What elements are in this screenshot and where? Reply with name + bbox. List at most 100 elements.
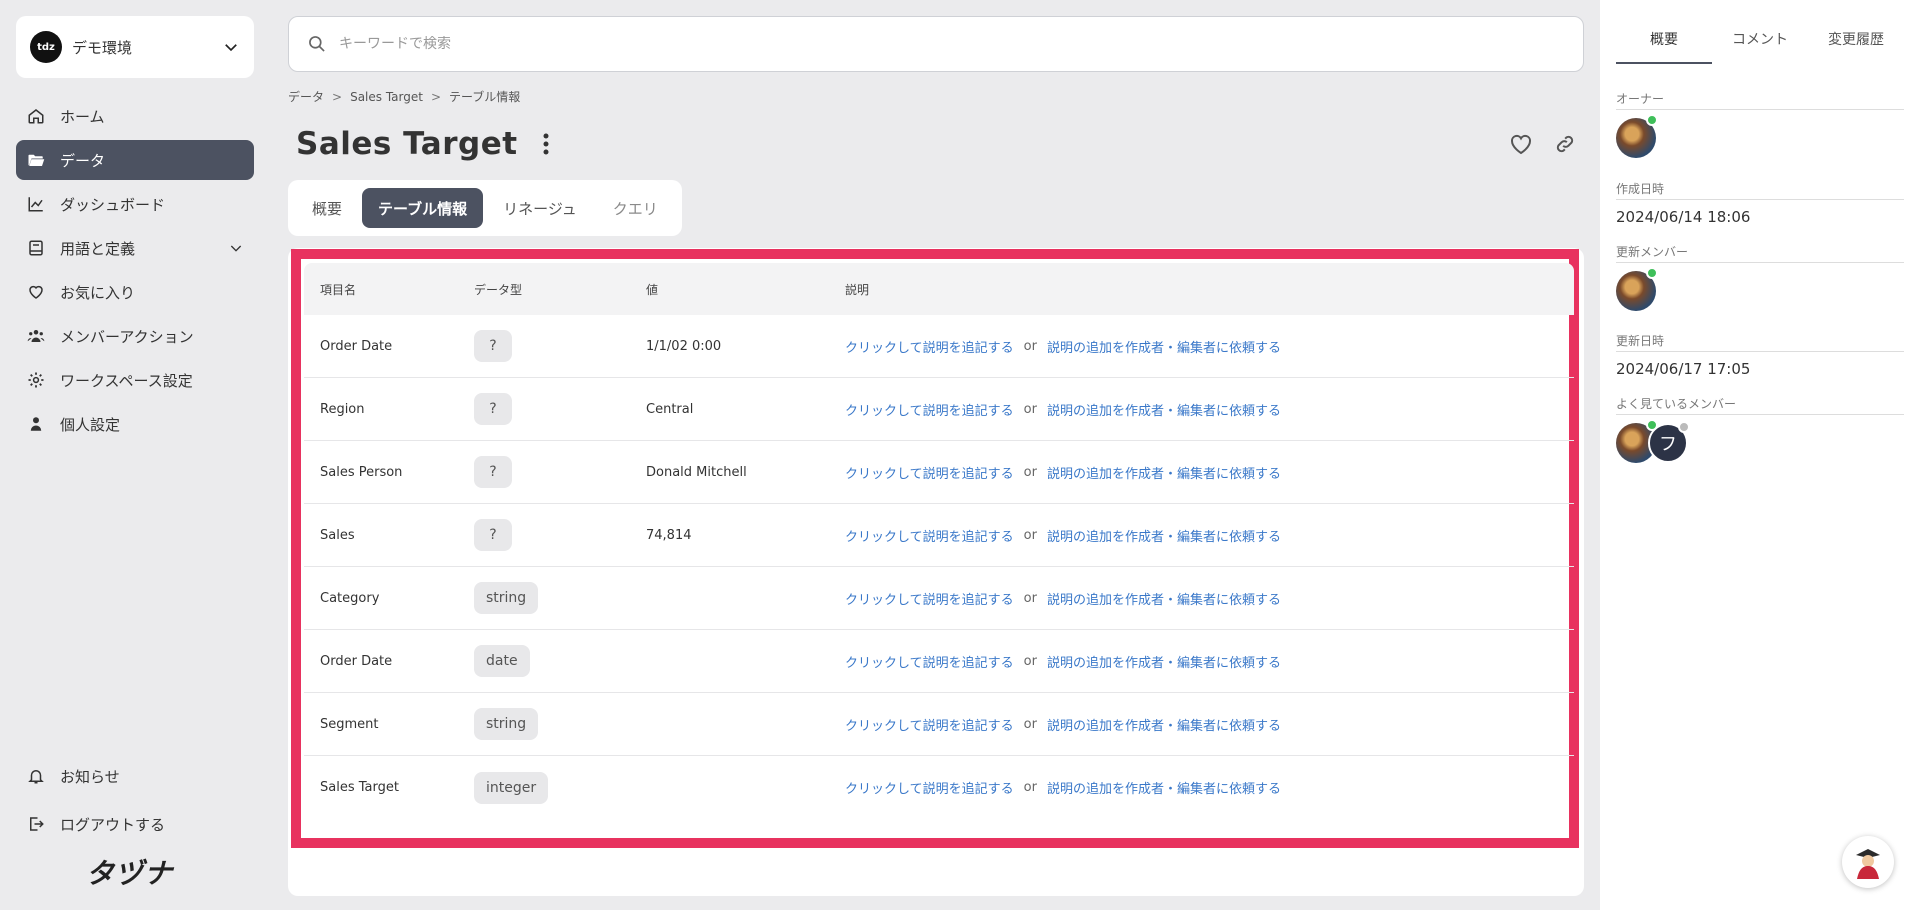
- value-cell: Central: [646, 401, 694, 417]
- request-description-link[interactable]: 説明の追加を作成者・編集者に依頼する: [1047, 337, 1281, 356]
- link-icon[interactable]: [1552, 131, 1578, 157]
- add-description-link[interactable]: クリックして説明を追記する: [845, 400, 1014, 419]
- request-description-link[interactable]: 説明の追加を作成者・編集者に依頼する: [1047, 526, 1281, 545]
- request-description-link[interactable]: 説明の追加を作成者・編集者に依頼する: [1047, 652, 1281, 671]
- nav-item-favorites[interactable]: お気に入り: [16, 272, 254, 312]
- book-icon: [26, 238, 46, 258]
- breadcrumb-item: テーブル情報: [449, 90, 521, 104]
- data-type-chip: ?: [474, 519, 512, 551]
- add-description-link[interactable]: クリックして説明を追記する: [845, 337, 1014, 356]
- request-description-link[interactable]: 説明の追加を作成者・編集者に依頼する: [1047, 400, 1281, 419]
- or-text: or: [1023, 780, 1037, 795]
- nav-item-notifications[interactable]: お知らせ: [16, 756, 254, 796]
- content-card: 項目名 データ型 値 説明 Order Date? 1/1/02 0:00 クリック…: [288, 248, 1584, 896]
- data-type-chip: ?: [474, 393, 512, 425]
- tab-history[interactable]: 変更履歴: [1808, 22, 1904, 64]
- updated-member-avatar[interactable]: [1616, 267, 1658, 311]
- data-type-chip: string: [474, 582, 539, 614]
- table-row: Sales Target integer クリックして説明を追記する or 説明の追加を…: [304, 756, 1574, 819]
- data-type-chip: ?: [474, 330, 512, 362]
- add-description-link[interactable]: クリックして説明を追記する: [845, 778, 1014, 797]
- table-header: 項目名 データ型 値 説明: [304, 263, 1574, 315]
- nav-item-glossary[interactable]: 用語と定義: [16, 228, 254, 268]
- detail-panel: 概要 コメント 変更履歴 オーナー 作成日時 2024/06/14 18:06 …: [1600, 0, 1919, 910]
- value-cell: 1/1/02 0:00: [646, 338, 722, 354]
- request-description-link[interactable]: 説明の追加を作成者・編集者に依頼する: [1047, 463, 1281, 482]
- field-name: Sales Person: [320, 464, 403, 480]
- description-cell: クリックして説明を追記する or 説明の追加を作成者・編集者に依頼する: [845, 526, 1574, 545]
- add-description-link[interactable]: クリックして説明を追記する: [845, 652, 1014, 671]
- request-description-link[interactable]: 説明の追加を作成者・編集者に依頼する: [1047, 778, 1281, 797]
- nav-item-home[interactable]: ホーム: [16, 96, 254, 136]
- data-type-cell: string: [474, 708, 646, 740]
- tab-detail-overview[interactable]: 概要: [1616, 22, 1712, 64]
- search-input[interactable]: [339, 36, 1565, 52]
- add-description-link[interactable]: クリックして説明を追記する: [845, 715, 1014, 734]
- field-name: Sales: [320, 527, 355, 543]
- nav-item-personal-settings[interactable]: 個人設定: [16, 404, 254, 444]
- request-description-link[interactable]: 説明の追加を作成者・編集者に依頼する: [1047, 589, 1281, 608]
- chevron-down-icon[interactable]: [228, 240, 244, 256]
- nav-item-data[interactable]: データ: [16, 140, 254, 180]
- field-name: Category: [320, 590, 380, 606]
- nav-item-member-actions[interactable]: メンバーアクション: [16, 316, 254, 356]
- tab-table-info[interactable]: テーブル情報: [362, 188, 484, 228]
- description-cell: クリックして説明を追記する or 説明の追加を作成者・編集者に依頼する: [845, 778, 1574, 797]
- workspace-switcher[interactable]: tdz デモ環境: [16, 16, 254, 78]
- data-type-chip: integer: [474, 771, 549, 804]
- users-icon: [26, 326, 46, 346]
- brand-logo: タヅナ: [86, 857, 174, 890]
- created-section: 作成日時 2024/06/14 18:06: [1616, 180, 1904, 226]
- viewers-avatars: フ: [1616, 419, 1904, 467]
- chat-assistant-button[interactable]: [1842, 836, 1894, 888]
- description-cell: クリックして説明を追記する or 説明の追加を作成者・編集者に依頼する: [845, 463, 1574, 482]
- search-icon: [309, 36, 325, 52]
- nav-item-label: ダッシュボード: [60, 195, 166, 214]
- tab-query[interactable]: クエリ: [597, 188, 674, 228]
- viewer-initial: フ: [1659, 434, 1677, 455]
- assistant-avatar-icon: [1848, 842, 1888, 882]
- breadcrumb-item[interactable]: Sales Target: [350, 90, 423, 104]
- updated-section: 更新日時 2024/06/17 17:05: [1616, 332, 1904, 378]
- nav-item-label: データ: [60, 151, 106, 170]
- viewer-avatar-initial[interactable]: フ: [1648, 421, 1690, 463]
- add-description-link[interactable]: クリックして説明を追記する: [845, 463, 1014, 482]
- header-field-name: 項目名: [320, 282, 357, 297]
- tab-lineage[interactable]: リネージュ: [487, 188, 593, 228]
- value-cell: Donald Mitchell: [646, 464, 747, 480]
- tab-comments[interactable]: コメント: [1712, 22, 1808, 64]
- offline-indicator: [1678, 421, 1690, 433]
- nav-item-label: ワークスペース設定: [60, 371, 193, 390]
- request-description-link[interactable]: 説明の追加を作成者・編集者に依頼する: [1047, 715, 1281, 734]
- value-cell: 74,814: [646, 527, 692, 543]
- nav-item-logout[interactable]: ログアウトする: [16, 804, 254, 844]
- or-text: or: [1023, 464, 1037, 480]
- gear-icon: [26, 370, 46, 390]
- owner-section: オーナー: [1616, 90, 1904, 158]
- header-value: 値: [646, 282, 659, 297]
- data-type-cell: ?: [474, 393, 646, 425]
- nav-item-workspace-settings[interactable]: ワークスペース設定: [16, 360, 254, 400]
- add-description-link[interactable]: クリックして説明を追記する: [845, 589, 1014, 608]
- detail-tabs: 概要 コメント 変更履歴: [1616, 22, 1904, 64]
- data-type-cell: ?: [474, 456, 646, 488]
- data-type-cell: string: [474, 582, 646, 614]
- favorite-heart-icon[interactable]: [1508, 131, 1534, 157]
- nav-item-dashboard[interactable]: ダッシュボード: [16, 184, 254, 224]
- breadcrumb: データ > Sales Target > テーブル情報: [288, 88, 520, 105]
- description-cell: クリックして説明を追記する or 説明の追加を作成者・編集者に依頼する: [845, 589, 1574, 608]
- tab-overview[interactable]: 概要: [296, 188, 358, 228]
- or-text: or: [1023, 401, 1037, 417]
- data-type-chip: string: [474, 708, 539, 740]
- created-value: 2024/06/14 18:06: [1616, 208, 1751, 226]
- add-description-link[interactable]: クリックして説明を追記する: [845, 526, 1014, 545]
- nav-bottom: お知らせ ログアウトする: [16, 756, 254, 852]
- or-text: or: [1023, 527, 1037, 543]
- more-options-icon[interactable]: [536, 130, 556, 158]
- owner-avatar[interactable]: [1616, 114, 1658, 158]
- breadcrumb-item[interactable]: データ: [288, 88, 324, 105]
- nav-item-label: ホーム: [60, 107, 105, 126]
- table-row: Sales? 74,814 クリックして説明を追記する or 説明の追加を作成者・編集者…: [304, 504, 1574, 567]
- table-body: Order Date? 1/1/02 0:00 クリックして説明を追記する or 説明の…: [304, 315, 1574, 819]
- main-nav: ホーム データ ダッシュボード 用語と定義 お気に入り メンバーアクション ワー…: [16, 96, 254, 448]
